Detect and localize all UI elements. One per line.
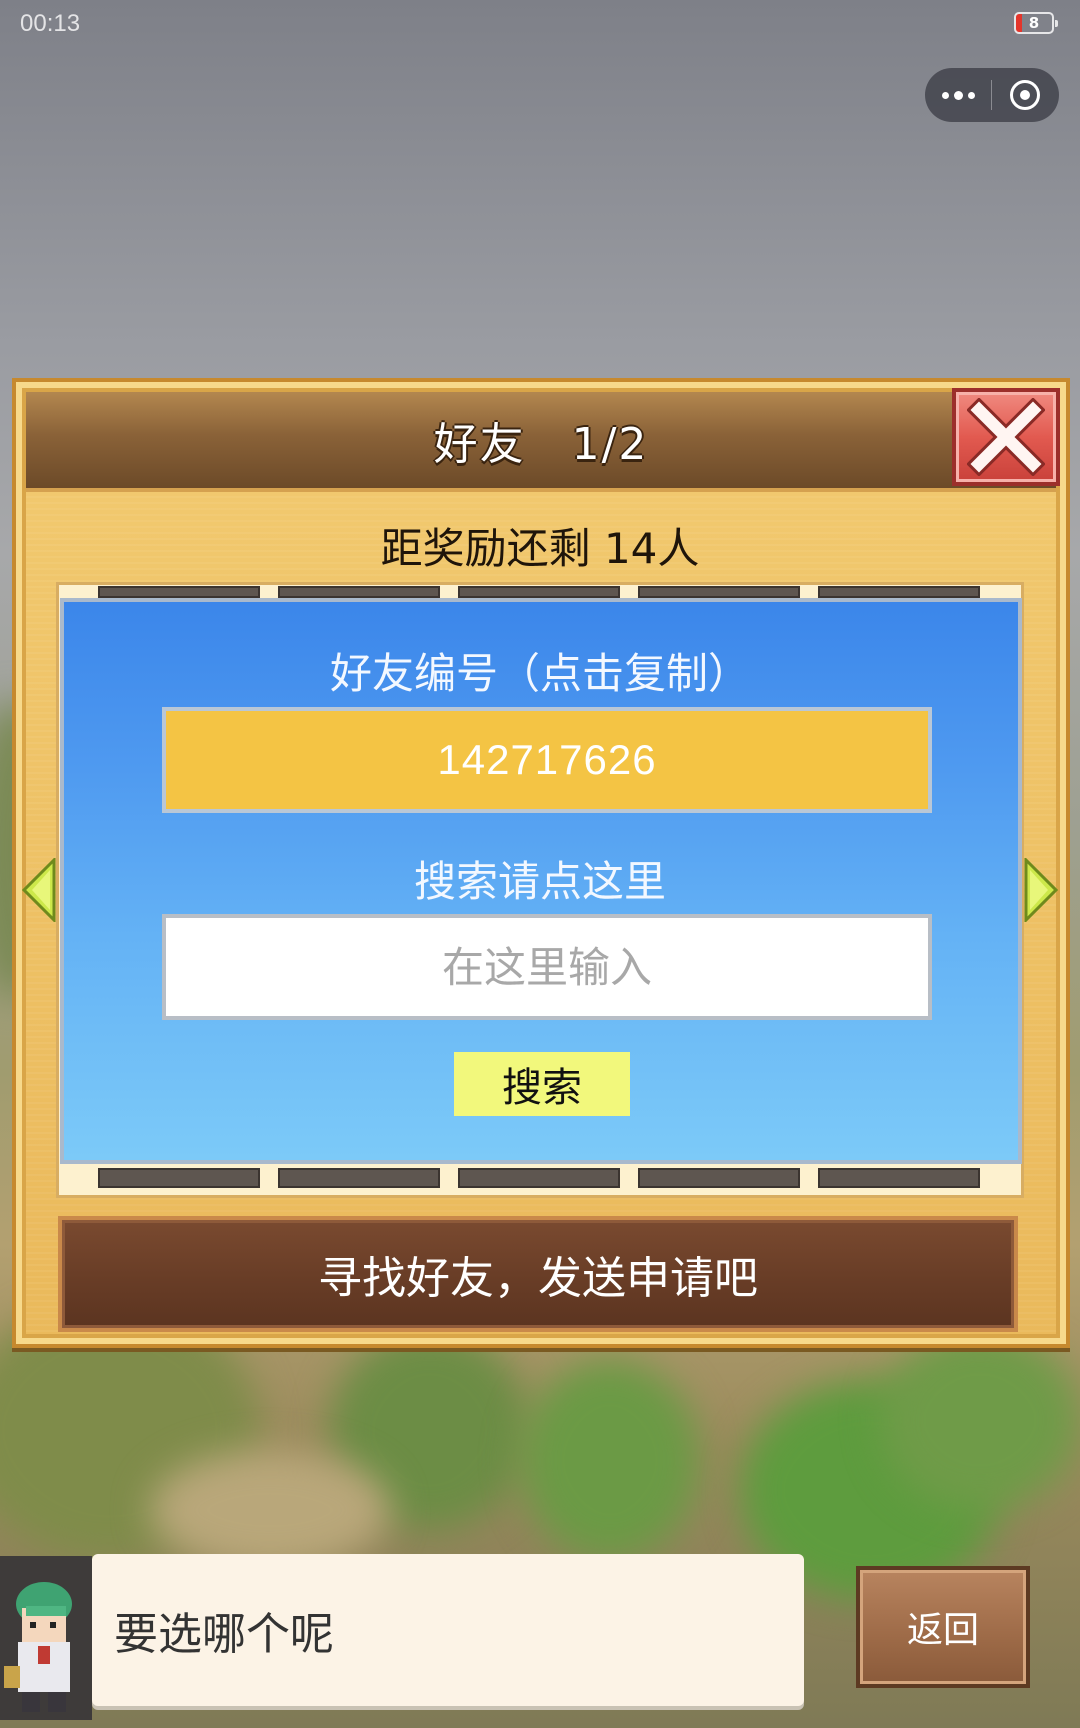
more-dots-icon[interactable] xyxy=(925,68,991,122)
tree-blur xyxy=(520,1360,700,1560)
left-arrow-icon[interactable] xyxy=(22,858,56,922)
miniprogram-capsule xyxy=(925,68,1059,122)
right-arrow-icon[interactable] xyxy=(1024,858,1058,922)
battery-icon: 8 xyxy=(1014,12,1058,34)
page-tab-strip xyxy=(278,1168,440,1188)
battery-level: 8 xyxy=(1028,14,1040,32)
character-avatar-icon xyxy=(0,1556,92,1720)
page-tab-strip xyxy=(638,586,800,598)
close-icon xyxy=(967,398,1045,476)
page-tab-strip xyxy=(278,586,440,598)
dialog-header: 好友 1/2 xyxy=(26,392,1056,492)
ground-blur xyxy=(150,1450,390,1570)
page-tab-strip xyxy=(818,1168,980,1188)
page-tab-strip xyxy=(98,586,260,598)
page-tab-strip xyxy=(818,586,980,598)
page-tab-strip xyxy=(638,1168,800,1188)
back-button[interactable]: 返回 xyxy=(856,1566,1030,1688)
page-tab-strip xyxy=(458,1168,620,1188)
speech-text: 要选哪个呢 xyxy=(114,1609,334,1660)
tree-blur xyxy=(880,1330,1080,1510)
reward-progress-text: 距奖励还剩 14人 xyxy=(380,524,700,573)
friend-id-copy-button[interactable]: 142717626 xyxy=(162,707,932,813)
speech-bubble: 要选哪个呢 xyxy=(92,1554,804,1706)
page-tab-strip xyxy=(98,1168,260,1188)
close-button[interactable] xyxy=(952,388,1060,486)
target-icon[interactable] xyxy=(992,68,1058,122)
friend-search-input[interactable] xyxy=(162,914,932,1020)
dialog-title: 好友 1/2 xyxy=(433,419,649,470)
status-time: 00:13 xyxy=(20,10,81,37)
search-button[interactable]: 搜索 xyxy=(454,1052,630,1116)
avatar xyxy=(0,1556,92,1720)
page-tab-strip xyxy=(458,586,620,598)
friend-id-label: 好友编号（点击复制） xyxy=(329,649,750,698)
find-friends-button[interactable]: 寻找好友，发送申请吧 xyxy=(58,1216,1018,1332)
search-label: 搜索请点这里 xyxy=(413,857,666,906)
